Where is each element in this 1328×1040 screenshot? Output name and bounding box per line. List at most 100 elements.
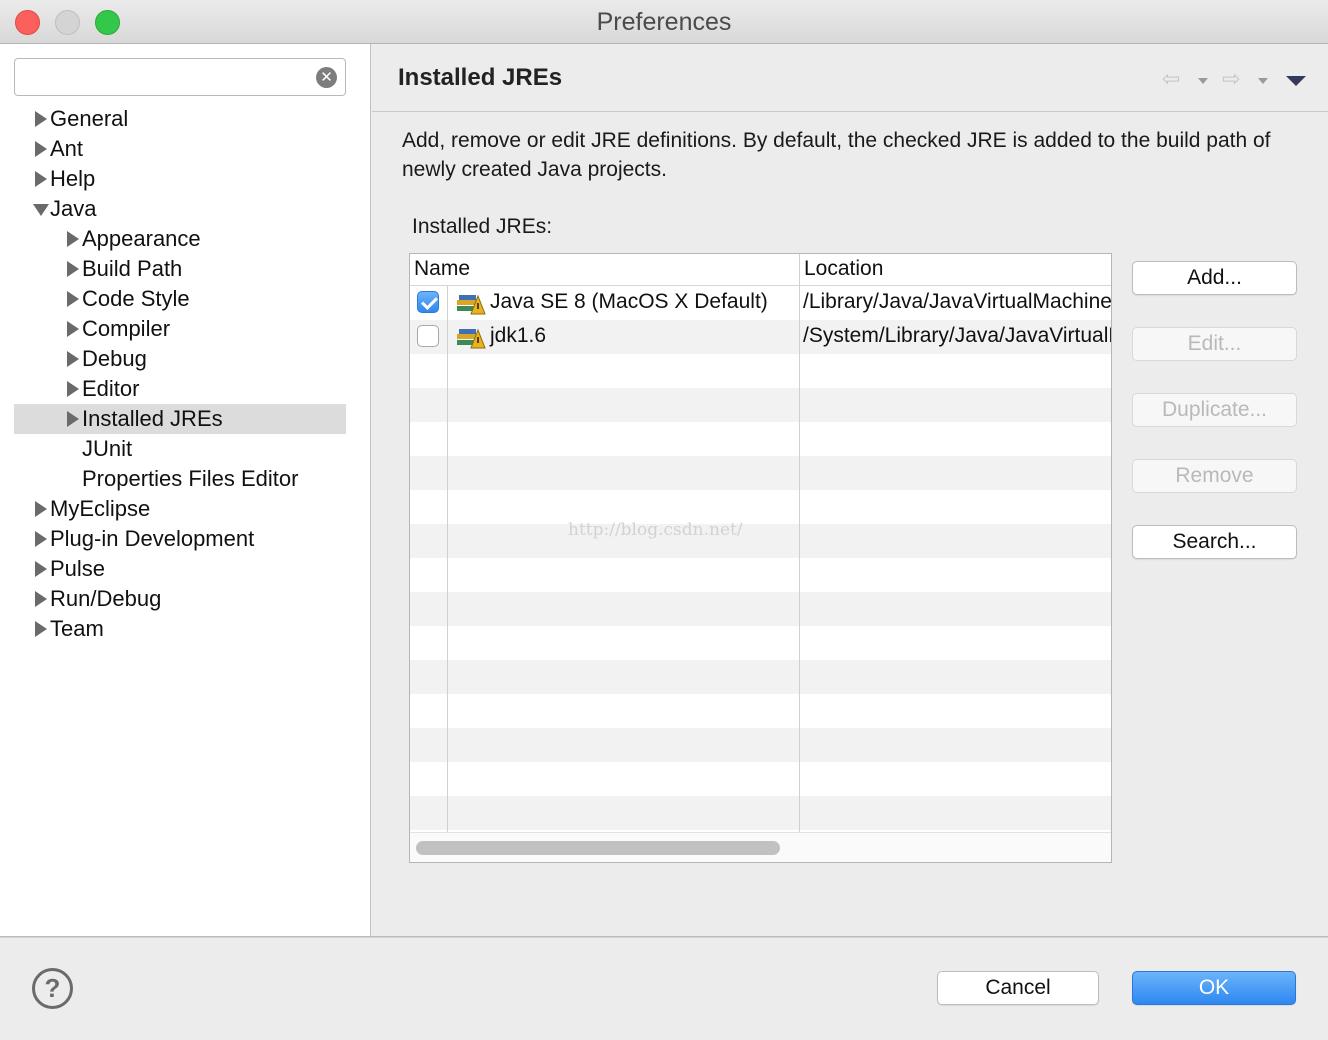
tree-item-editor[interactable]: Editor [14,374,346,404]
column-header-name[interactable]: Name [414,257,470,281]
table-row [410,694,1111,728]
table-row [410,796,1111,830]
table-row [410,762,1111,796]
expand-twisty-icon[interactable] [64,224,80,254]
expand-twisty-icon[interactable] [32,494,48,524]
tree-item-team[interactable]: Team [14,614,346,644]
help-icon[interactable]: ? [32,968,73,1009]
cancel-button[interactable]: Cancel [937,971,1099,1005]
expand-twisty-icon[interactable] [64,344,80,374]
forward-arrow-icon[interactable]: ⇨ [1222,66,1240,92]
collapse-twisty-icon[interactable] [32,194,49,224]
preferences-tree: General Ant Help Java Appearance Build Path Co… [14,104,346,644]
footer-divider [0,936,1328,938]
table-row [410,592,1111,626]
tree-item-help[interactable]: Help [14,164,346,194]
jre-name-cell: Java SE 8 (MacOS X Default) [490,290,768,313]
column-separator[interactable] [799,254,800,832]
expand-twisty-icon[interactable] [32,164,48,194]
tree-item-label: Java [50,196,97,221]
tree-item-label: Editor [82,376,140,401]
page-header: Installed JREs ⇦ ⇨ [372,44,1328,112]
table-row [410,626,1111,660]
table-row [410,422,1111,456]
tree-item-myeclipse[interactable]: MyEclipse [14,494,346,524]
tree-item-label: JUnit [82,436,133,461]
jre-location-cell: /Library/Java/JavaVirtualMachines/ [803,290,1111,313]
tree-item-label: Run/Debug [50,586,162,611]
jre-location-cell: /System/Library/Java/JavaVirtualMachines… [803,324,1111,347]
jre-library-icon [456,292,486,316]
table-row[interactable]: jdk1.6/System/Library/Java/JavaVirtualMa… [410,320,1111,354]
tree-item-build-path[interactable]: Build Path [14,254,346,284]
table-header: Name Location [410,254,1111,286]
tree-item-general[interactable]: General [14,104,346,134]
duplicate-button[interactable]: Duplicate... [1132,393,1297,427]
tree-item-java[interactable]: Java [14,194,346,224]
column-separator [447,286,448,832]
window-title: Preferences [596,8,732,36]
watermark: http://blog.csdn.net/ [568,520,743,540]
filter-input[interactable]: ✕ [14,58,346,96]
tree-item-properties-files-editor[interactable]: Properties Files Editor [14,464,346,494]
expand-twisty-icon[interactable] [32,584,48,614]
tree-item-compiler[interactable]: Compiler [14,314,346,344]
tree-item-plug-in-development[interactable]: Plug-in Development [14,524,346,554]
tree-item-run-debug[interactable]: Run/Debug [14,584,346,614]
expand-twisty-icon[interactable] [64,254,80,284]
table-row[interactable]: Java SE 8 (MacOS X Default) /Library/Java… [410,286,1111,320]
table-row [410,456,1111,490]
tree-item-label: Compiler [82,316,171,341]
tree-item-label: MyEclipse [50,496,151,521]
expand-twisty-icon[interactable] [64,284,80,314]
table-row [410,660,1111,694]
tree-item-label: Team [50,616,104,641]
tree-item-ant[interactable]: Ant [14,134,346,164]
page-description: Add, remove or edit JRE definitions. By … [402,129,1271,181]
ok-button[interactable]: OK [1132,971,1296,1005]
scrollbar-thumb[interactable] [416,841,780,855]
tree-item-label: Properties Files Editor [82,466,299,491]
table-row [410,354,1111,388]
tree-item-installed-jres[interactable]: Installed JREs [14,404,346,434]
expand-twisty-icon[interactable] [64,314,80,344]
expand-twisty-icon[interactable] [32,134,48,164]
expand-twisty-icon[interactable] [32,104,48,134]
column-header-location[interactable]: Location [804,257,883,281]
clear-search-icon[interactable]: ✕ [316,67,337,88]
expand-twisty-icon[interactable] [32,614,48,644]
default-jre-checkbox[interactable] [417,291,439,313]
tree-item-label: General [50,106,129,131]
edit-button[interactable]: Edit... [1132,327,1297,361]
jre-table[interactable]: Name Location Java SE 8 (MacOS X Default… [409,253,1112,863]
tree-item-pulse[interactable]: Pulse [14,554,346,584]
back-history-dropdown-icon[interactable] [1198,78,1208,84]
back-arrow-icon[interactable]: ⇦ [1162,66,1180,92]
page-title: Installed JREs [398,64,563,91]
add-button[interactable]: Add... [1132,261,1297,295]
expand-twisty-icon[interactable] [64,374,80,404]
tree-item-code-style[interactable]: Code Style [14,284,346,314]
table-row [410,728,1111,762]
forward-history-dropdown-icon[interactable] [1258,78,1268,84]
expand-twisty-icon[interactable] [32,524,48,554]
table-row [410,524,1111,558]
table-row [410,558,1111,592]
tree-item-junit[interactable]: JUnit [14,434,346,464]
tree-item-label: Appearance [82,226,201,251]
tree-item-label: Ant [50,136,84,161]
horizontal-scrollbar[interactable] [410,832,1111,862]
table-row [410,388,1111,422]
expand-twisty-icon[interactable] [32,554,48,584]
tree-item-label: Debug [82,346,147,371]
tree-item-debug[interactable]: Debug [14,344,346,374]
view-menu-icon[interactable] [1286,76,1306,86]
jre-name-cell: jdk1.6 [490,324,547,347]
expand-twisty-icon[interactable] [64,404,80,434]
search-button[interactable]: Search... [1132,525,1297,559]
table-row [410,490,1111,524]
tree-item-appearance[interactable]: Appearance [14,224,346,254]
default-jre-checkbox[interactable] [417,325,439,347]
tree-item-label: Build Path [82,256,183,281]
remove-button[interactable]: Remove [1132,459,1297,493]
